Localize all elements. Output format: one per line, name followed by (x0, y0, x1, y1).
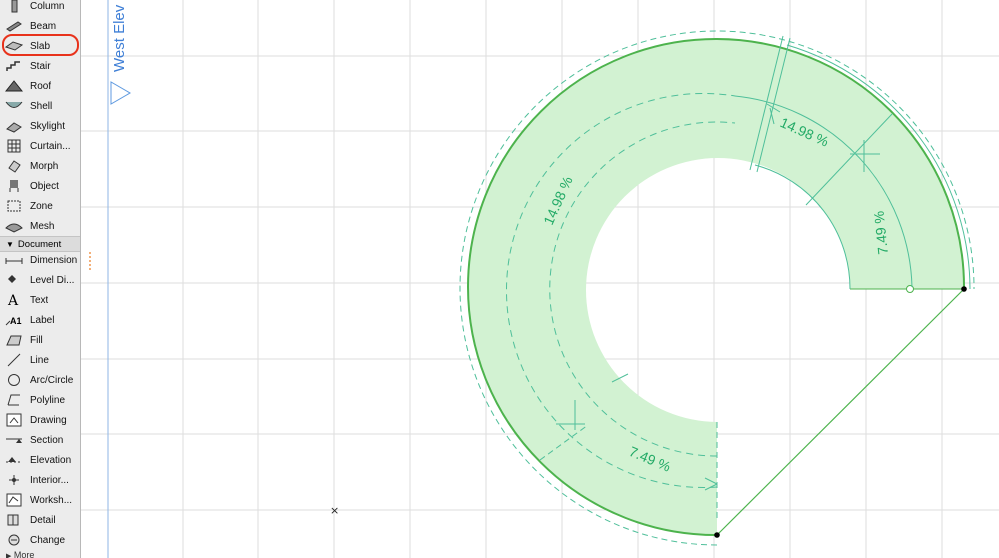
tool-label: Fill (30, 334, 43, 346)
tool-label: Morph (30, 160, 59, 172)
tool-label: Shell (30, 100, 53, 112)
tool-label: Polyline (30, 394, 66, 406)
line-icon (5, 352, 23, 368)
slab-diagonal-edge (716, 288, 965, 536)
tool-label: Roof (30, 80, 52, 92)
panel-splitter-handle[interactable] (84, 250, 96, 274)
drawing-canvas[interactable]: West Elev 14.98 % 14.98 % 7.49 % 7.49 % (0, 0, 999, 558)
tool-arc-circle[interactable]: Arc/Circle (0, 370, 80, 390)
tool-label: Interior... (30, 474, 69, 486)
text-icon: A (5, 292, 23, 308)
fill-icon (5, 332, 23, 348)
curtain-wall-icon (5, 138, 23, 154)
tool-label: Object (30, 180, 59, 192)
tool-mesh[interactable]: Mesh (0, 216, 80, 236)
tool-text[interactable]: A Text (0, 290, 80, 310)
tool-change[interactable]: Change (0, 530, 80, 550)
stair-icon (5, 58, 23, 74)
svg-text:A1: A1 (10, 316, 22, 326)
tool-shell[interactable]: Shell (0, 96, 80, 116)
tool-label: Curtain... (30, 140, 71, 152)
tool-label: Label (30, 314, 55, 326)
detail-icon (5, 512, 23, 528)
tool-label: Text (30, 294, 49, 306)
more-tools-toggle[interactable]: ▶ More (0, 550, 80, 558)
arc-circle-icon (5, 372, 23, 388)
object-icon (5, 178, 23, 194)
tool-roof[interactable]: Roof (0, 76, 80, 96)
tool-label[interactable]: A1 Label (0, 310, 80, 330)
tool-label: Zone (30, 200, 53, 212)
tool-interior-elevation[interactable]: Interior... (0, 470, 80, 490)
shell-icon (5, 98, 23, 114)
tool-label: Worksh... (30, 494, 73, 506)
slab-vertex-bottom[interactable] (714, 532, 720, 538)
section-header-label: Document (17, 238, 62, 250)
tool-dimension[interactable]: Dimension (0, 250, 80, 270)
tool-label: Dimension (30, 254, 78, 266)
morph-icon (5, 158, 23, 174)
elevation-icon (5, 452, 23, 468)
change-icon (5, 532, 23, 548)
tool-curtain-wall[interactable]: Curtain... (0, 136, 80, 156)
collapse-triangle-icon: ▼ (6, 239, 14, 249)
tool-line[interactable]: Line (0, 350, 80, 370)
tool-polyline[interactable]: Polyline (0, 390, 80, 410)
drawing-icon (5, 412, 23, 428)
elevation-marker-triangle (110, 81, 131, 105)
roof-icon (5, 78, 23, 94)
worksheet-icon (5, 492, 23, 508)
tool-label: Elevation (30, 454, 72, 466)
tool-column[interactable]: Column (0, 0, 80, 16)
tool-label: Detail (30, 514, 56, 526)
tool-zone[interactable]: Zone (0, 196, 80, 216)
tool-object[interactable]: Object (0, 176, 80, 196)
column-icon (5, 0, 23, 14)
tool-beam[interactable]: Beam (0, 16, 80, 36)
mesh-icon (5, 218, 23, 234)
tool-label: Section (30, 434, 64, 446)
tool-stair[interactable]: Stair (0, 56, 80, 76)
tool-label: Line (30, 354, 49, 366)
beam-icon (5, 18, 23, 34)
tool-section[interactable]: Section (0, 430, 80, 450)
slab-fill[interactable] (468, 39, 965, 536)
tool-worksheet[interactable]: Worksh... (0, 490, 80, 510)
skylight-icon (5, 118, 23, 134)
expand-triangle-icon: ▶ (6, 553, 12, 558)
tool-label: Arc/Circle (30, 374, 74, 386)
toolbox-panel: Column Beam Slab Stair Roof Shell Skylight Curt… (0, 0, 81, 558)
tool-label: Drawing (30, 414, 67, 426)
tool-morph[interactable]: Morph (0, 156, 80, 176)
tool-label: Skylight (30, 120, 66, 132)
more-label: More (13, 550, 35, 558)
elevation-marker-label[interactable]: West Elev (111, 4, 128, 72)
section-icon (5, 432, 23, 448)
svg-text:A: A (7, 293, 19, 307)
interior-elevation-icon (5, 472, 23, 488)
tool-fill[interactable]: Fill (0, 330, 80, 350)
tool-drawing[interactable]: Drawing (0, 410, 80, 430)
tool-label: Beam (30, 20, 57, 32)
selection-highlight (2, 34, 79, 56)
tool-label: Change (30, 534, 66, 546)
tool-label: Column (30, 0, 65, 12)
polyline-icon (5, 392, 23, 408)
tool-label: Stair (30, 60, 51, 72)
tool-label: Level Di... (30, 274, 75, 286)
tool-label: Mesh (30, 220, 55, 232)
slab-vertex-right[interactable] (961, 286, 967, 292)
origin-cross-icon: × (330, 504, 339, 517)
dimension-icon (5, 252, 23, 268)
label-icon: A1 (5, 312, 23, 328)
tool-level-dimension[interactable]: Level Di... (0, 270, 80, 290)
tool-detail[interactable]: Detail (0, 510, 80, 530)
zone-icon (5, 198, 23, 214)
level-dimension-icon (5, 272, 23, 288)
tool-skylight[interactable]: Skylight (0, 116, 80, 136)
tool-elevation[interactable]: Elevation (0, 450, 80, 470)
